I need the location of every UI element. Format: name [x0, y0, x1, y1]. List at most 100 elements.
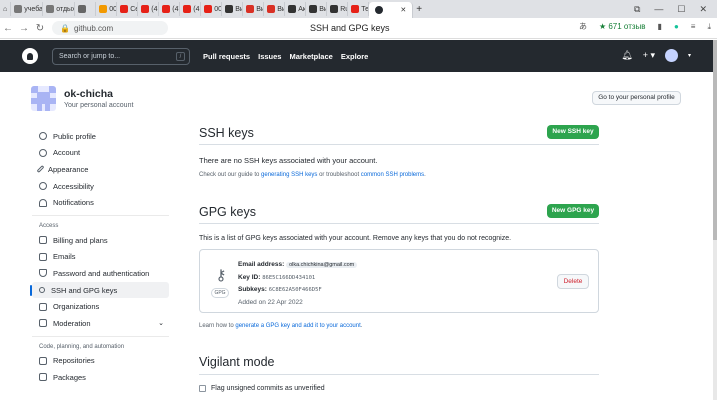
forward-icon[interactable]: →	[16, 23, 32, 34]
ssh-keys-header: SSH keys New SSH key	[199, 120, 599, 145]
nav-marketplace[interactable]: Marketplace	[289, 52, 332, 61]
delete-gpg-key-button[interactable]: Delete	[557, 274, 589, 289]
generate-gpg-key-link[interactable]: generate a GPG key and add it to your ac…	[235, 323, 360, 329]
go-to-profile-button[interactable]: Go to your personal profile	[592, 91, 681, 105]
sidebar-item-packages[interactable]: Packages	[32, 369, 169, 386]
close-window-icon[interactable]: ✕	[699, 4, 707, 15]
nav-pull-requests[interactable]: Pull requests	[203, 52, 250, 61]
common-ssh-problems-link[interactable]: common SSH problems	[361, 172, 424, 178]
window-controls: ⧉ — ☐ ✕	[634, 0, 717, 18]
sidebar-item-public-profile[interactable]: Public profile	[32, 128, 169, 145]
key-id: 86E5C166DD434101	[262, 274, 316, 281]
browser-tab[interactable]: Ви	[243, 2, 265, 16]
tab-favicon-icon	[351, 5, 360, 13]
browser-tab[interactable]: Се	[117, 2, 139, 16]
sidebar-item-notifications[interactable]: Notifications	[32, 194, 169, 211]
grammarly-icon[interactable]: ●	[674, 22, 679, 31]
tab-favicon-icon	[162, 5, 171, 13]
main-content: SSH keys New SSH key	[199, 120, 599, 145]
github-logo-icon[interactable]	[22, 48, 38, 64]
key-subkeys: 6C8E62A50F466D5F	[268, 287, 322, 293]
reload-icon[interactable]: ↻	[32, 23, 48, 34]
settings-sidebar: Public profile Account Appearance Access…	[30, 128, 169, 386]
flag-unsigned-checkbox[interactable]: Flag unsigned commits as unverified	[199, 385, 325, 392]
sidebar-item-appearance[interactable]: Appearance	[32, 161, 169, 178]
ssh-empty-message: There are no SSH keys associated with yo…	[199, 156, 378, 165]
nav-issues[interactable]: Issues	[258, 52, 281, 61]
sidebar-item-accessibility[interactable]: Accessibility	[32, 178, 169, 195]
avatar	[31, 86, 56, 111]
avatar-icon[interactable]	[664, 49, 678, 62]
tab-favicon-icon	[204, 5, 213, 13]
sidebar-section-access: Access	[32, 214, 169, 232]
chevron-down-icon[interactable]: ⌄	[158, 319, 164, 327]
tab-favicon-icon	[246, 5, 255, 13]
checkbox[interactable]	[199, 385, 206, 392]
sidebar-item-repositories[interactable]: Repositories	[32, 353, 169, 370]
bell-icon[interactable]: 🔔︎	[621, 50, 632, 61]
accessibility-icon	[39, 182, 47, 191]
reviews-badge[interactable]: ★ 671 отзыв	[599, 22, 646, 31]
close-tab-icon[interactable]: ✕	[400, 6, 406, 14]
package-icon	[39, 373, 47, 382]
tab-favicon-icon	[120, 5, 129, 13]
browser-tab[interactable]	[75, 2, 97, 16]
gpg-learn-text: Learn how to generate a GPG key and add …	[199, 323, 363, 329]
tab-favicon-icon	[99, 5, 108, 13]
tab-favicon-icon	[183, 5, 192, 13]
sidebar-item-password[interactable]: Password and authentication	[32, 265, 169, 282]
translate-icon[interactable]: あ	[579, 21, 587, 32]
gpg-keys-header: GPG keys New GPG key	[199, 199, 599, 224]
github-favicon-icon	[375, 6, 384, 14]
sidebar-item-billing[interactable]: Billing and plans	[32, 232, 169, 249]
bell-icon	[39, 198, 47, 207]
sidebar-item-emails[interactable]: Emails	[32, 249, 169, 266]
settings-icon[interactable]: ≡	[691, 22, 696, 31]
github-header: Search or jump to... / Pull requests Iss…	[0, 40, 713, 72]
browser-tab[interactable]: Ви	[264, 2, 286, 16]
scrollbar-thumb[interactable]	[713, 40, 717, 240]
sidebar-item-organizations[interactable]: Organizations	[32, 298, 169, 315]
browser-tab[interactable]: Ак	[285, 2, 307, 16]
account-type: Your personal account	[64, 102, 134, 109]
tab-favicon-icon	[78, 5, 87, 13]
browser-tab[interactable]: (47	[159, 2, 181, 16]
browser-tab[interactable]: учеба	[11, 2, 44, 16]
browser-tab[interactable]: (4	[180, 2, 202, 16]
url-field[interactable]: 🔒 github.com	[52, 21, 168, 35]
browser-tab[interactable]: (4	[138, 2, 160, 16]
browser-tab[interactable]: Ви	[222, 2, 244, 16]
back-icon[interactable]: ←	[0, 23, 16, 34]
minimize-icon[interactable]: —	[654, 4, 663, 14]
browser-tab-bar: ⌂ учебаотдых00Се(4(47(400ВиВиВиАкВиRuТе✕…	[0, 0, 717, 18]
browser-tab[interactable]: Ви	[306, 2, 328, 16]
browser-tab[interactable]: 00	[96, 2, 118, 16]
gpg-description: This is a list of GPG keys associated wi…	[199, 235, 512, 242]
sidebar-item-ssh-gpg[interactable]: SSH and GPG keys	[30, 281, 169, 299]
plus-icon[interactable]: + ▾	[643, 50, 655, 61]
browser-tab[interactable]: Те	[348, 2, 370, 16]
extensions-icon[interactable]: ⧉	[634, 4, 640, 15]
sidebar-toggle-icon[interactable]: ⌂	[0, 2, 12, 16]
nav-explore[interactable]: Explore	[341, 52, 369, 61]
chevron-down-icon[interactable]: ▾	[688, 52, 691, 59]
browser-tab[interactable]: 00	[201, 2, 223, 16]
maximize-icon[interactable]: ☐	[677, 4, 685, 15]
generating-ssh-keys-link[interactable]: generating SSH keys	[261, 172, 317, 178]
organization-icon	[39, 302, 47, 311]
sidebar-item-moderation[interactable]: Moderation ⌄	[32, 315, 169, 332]
download-icon[interactable]: ⤓	[707, 22, 711, 32]
profile-header: ok-chicha Your personal account	[31, 86, 133, 111]
active-tab-github[interactable]: ✕	[369, 2, 414, 18]
browser-tab[interactable]: отдых	[43, 2, 76, 16]
new-gpg-key-button[interactable]: New GPG key	[547, 204, 599, 218]
bookmark-icon[interactable]: ▮	[658, 22, 662, 31]
search-input[interactable]: Search or jump to... /	[52, 47, 190, 65]
gpg-key-details: Email address: olka.chichkina@gmail.com …	[238, 259, 358, 308]
sidebar-item-account[interactable]: Account	[32, 145, 169, 162]
browser-tab[interactable]: Ru	[327, 2, 349, 16]
key-email: olka.chichkina@gmail.com	[286, 262, 358, 268]
shield-icon	[39, 269, 47, 278]
new-ssh-key-button[interactable]: New SSH key	[547, 125, 599, 139]
new-tab-icon[interactable]: +	[413, 2, 425, 16]
